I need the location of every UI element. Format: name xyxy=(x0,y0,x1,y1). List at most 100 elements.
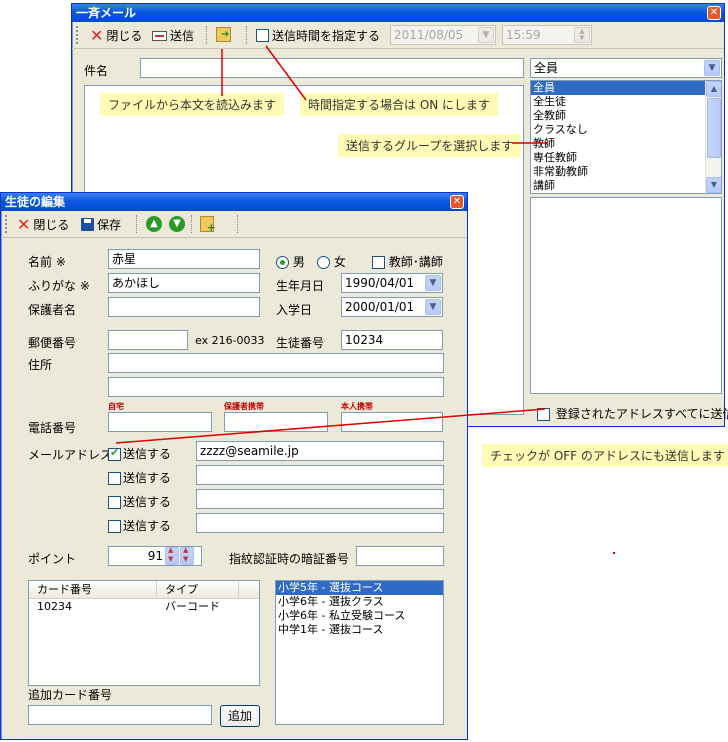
mail-send-toggle[interactable]: 送信する xyxy=(108,445,171,462)
pin-input[interactable] xyxy=(356,546,444,566)
phone-home-input[interactable] xyxy=(108,412,212,432)
envelope-icon xyxy=(152,30,167,41)
group-members-panel xyxy=(530,197,722,394)
furigana-input[interactable]: あかほし xyxy=(108,273,260,293)
course-list-item[interactable]: 小学5年 - 選抜コース xyxy=(276,581,443,595)
add-card-button[interactable]: 追加 xyxy=(220,705,260,727)
student-no-label: 生徒番号 xyxy=(276,336,325,350)
mail-send-label: 送信する xyxy=(123,447,172,461)
mail-address-input[interactable] xyxy=(196,489,444,509)
close-button-label: 閉じる xyxy=(33,218,70,232)
group-list-item[interactable]: 全教師 xyxy=(531,109,721,123)
table-row[interactable]: 10234 バーコード xyxy=(29,599,259,615)
address-input-line2[interactable] xyxy=(108,377,444,397)
mail-label: メールアドレス xyxy=(28,448,113,462)
guardian-label: 保護者名 xyxy=(28,303,77,317)
group-list-scrollbar[interactable]: ▲ ▼ xyxy=(705,81,721,193)
guardian-input[interactable] xyxy=(108,297,260,317)
group-list-item[interactable]: クラスなし xyxy=(531,123,721,137)
group-select[interactable]: 全員 ▼ xyxy=(530,58,722,78)
teacher-toggle[interactable]: 教師･講師 xyxy=(372,253,443,270)
send-button[interactable]: 送信 xyxy=(152,27,194,44)
save-button-label: 保存 xyxy=(97,218,122,232)
group-list-item[interactable]: 全員 xyxy=(531,81,721,95)
enroll-date-picker[interactable]: 2000/01/01 ▼ xyxy=(341,297,443,317)
mail-address-input[interactable] xyxy=(196,465,444,485)
spinner-icon[interactable] xyxy=(165,546,179,565)
send-time-spinner[interactable]: 15:59 ▲ ▼ xyxy=(502,25,592,45)
student-edit-titlebar: 生徒の編集 ✕ xyxy=(1,193,467,211)
card-type-cell: バーコード xyxy=(165,600,220,613)
add-record-button[interactable]: + xyxy=(200,216,216,233)
student-no-input[interactable]: 10234 xyxy=(341,330,443,350)
arrow-up-icon: ▲ xyxy=(146,216,162,232)
scroll-up-icon[interactable]: ▲ xyxy=(706,81,721,97)
next-record-button[interactable]: ▼ xyxy=(169,216,185,232)
postal-input[interactable] xyxy=(108,330,188,350)
group-list-item[interactable]: 教師 xyxy=(531,137,721,151)
birthdate-picker[interactable]: 1990/04/01 ▼ xyxy=(341,273,443,293)
course-list-item[interactable]: 小学6年 - 私立受験コース xyxy=(276,609,443,623)
mail-send-checkbox[interactable] xyxy=(108,472,121,485)
group-list-item[interactable]: 非常勤教師 xyxy=(531,165,721,179)
course-list-item[interactable]: 小学6年 - 選抜クラス xyxy=(276,595,443,609)
student-edit-window: 生徒の編集 ✕ ✕ 閉じる 保存 ▲ ▼ + 名前 ※ 赤星 男 女 教師･講師… xyxy=(0,192,468,740)
stray-dot xyxy=(613,552,615,554)
col-card-number[interactable]: カード番号 xyxy=(29,581,157,598)
schedule-toggle[interactable]: 送信時間を指定する xyxy=(256,27,380,44)
load-file-icon: ➜ xyxy=(216,27,231,42)
mail-send-toggle[interactable]: 送信する xyxy=(108,469,171,486)
subject-input[interactable] xyxy=(140,58,524,78)
col-type[interactable]: タイプ xyxy=(157,581,239,598)
add-card-input[interactable] xyxy=(28,705,212,725)
name-input[interactable]: 赤星 xyxy=(108,249,260,269)
send-button-label: 送信 xyxy=(170,29,195,43)
schedule-checkbox[interactable] xyxy=(256,29,269,42)
card-table[interactable]: カード番号 タイプ 10234 バーコード xyxy=(28,580,260,686)
teacher-checkbox[interactable] xyxy=(372,256,385,269)
group-list-item[interactable]: 講師 xyxy=(531,179,721,193)
enroll-date-value: 2000/01/01 xyxy=(345,300,415,314)
group-list-item[interactable]: 専任教師 xyxy=(531,151,721,165)
mail-send-checkbox[interactable] xyxy=(108,520,121,533)
floppy-disk-icon xyxy=(81,218,94,231)
mail-send-toggle[interactable]: 送信する xyxy=(108,493,171,510)
send-all-checkbox[interactable] xyxy=(537,408,550,421)
chevron-down-icon: ▼ xyxy=(425,299,441,315)
mail-address-input[interactable] xyxy=(196,513,444,533)
course-list-item[interactable]: 中学1年 - 選抜コース xyxy=(276,623,443,637)
send-all-toggle[interactable]: 登録されたアドレスすべてに送信 xyxy=(537,405,728,422)
card-table-header: カード番号 タイプ xyxy=(29,581,259,599)
mail-send-checkbox[interactable] xyxy=(108,496,121,509)
close-window-icon[interactable]: ✕ xyxy=(450,195,464,209)
toolbar-grip xyxy=(5,215,7,233)
scroll-thumb[interactable] xyxy=(707,98,721,158)
course-list[interactable]: 小学5年 - 選抜コース 小学6年 - 選抜クラス 小学6年 - 私立受験コース 中学… xyxy=(275,580,444,725)
previous-record-button[interactable]: ▲ xyxy=(146,216,162,232)
gender-female-radio[interactable]: 女 xyxy=(317,253,346,270)
phone-self-input[interactable] xyxy=(341,412,443,432)
close-window-icon[interactable]: ✕ xyxy=(707,6,721,20)
gender-male-radio[interactable]: 男 xyxy=(276,253,305,270)
address-input-line1[interactable] xyxy=(108,353,444,373)
mail-address-input[interactable]: zzzz@seamile.jp xyxy=(196,441,444,461)
scroll-down-icon[interactable]: ▼ xyxy=(706,177,721,193)
mail-send-toggle[interactable]: 送信する xyxy=(108,517,171,534)
group-list[interactable]: 全員 全生徒 全教師 クラスなし 教師 専任教師 非常勤教師 講師 ▲ ▼ xyxy=(530,80,722,194)
mail-send-checkbox[interactable] xyxy=(108,446,121,461)
save-button[interactable]: 保存 xyxy=(81,216,121,233)
spinner-icon[interactable] xyxy=(180,546,194,565)
close-button[interactable]: ✕ 閉じる xyxy=(90,27,142,44)
load-file-button[interactable]: ➜ xyxy=(216,27,231,42)
close-x-icon: ✕ xyxy=(17,214,31,234)
annotation-load-body: ファイルから本文を読込みます xyxy=(100,93,285,116)
male-radio-button[interactable] xyxy=(276,256,289,269)
address-label: 住所 xyxy=(28,358,53,372)
phone-guardian-input[interactable] xyxy=(224,412,328,432)
point-spinner[interactable] xyxy=(165,546,194,565)
send-date-picker[interactable]: 2011/08/05 ▼ xyxy=(390,25,496,45)
female-radio-button[interactable] xyxy=(317,256,330,269)
group-list-item[interactable]: 全生徒 xyxy=(531,95,721,109)
toolbar-separator xyxy=(246,26,248,44)
close-button[interactable]: ✕ 閉じる xyxy=(17,216,69,233)
